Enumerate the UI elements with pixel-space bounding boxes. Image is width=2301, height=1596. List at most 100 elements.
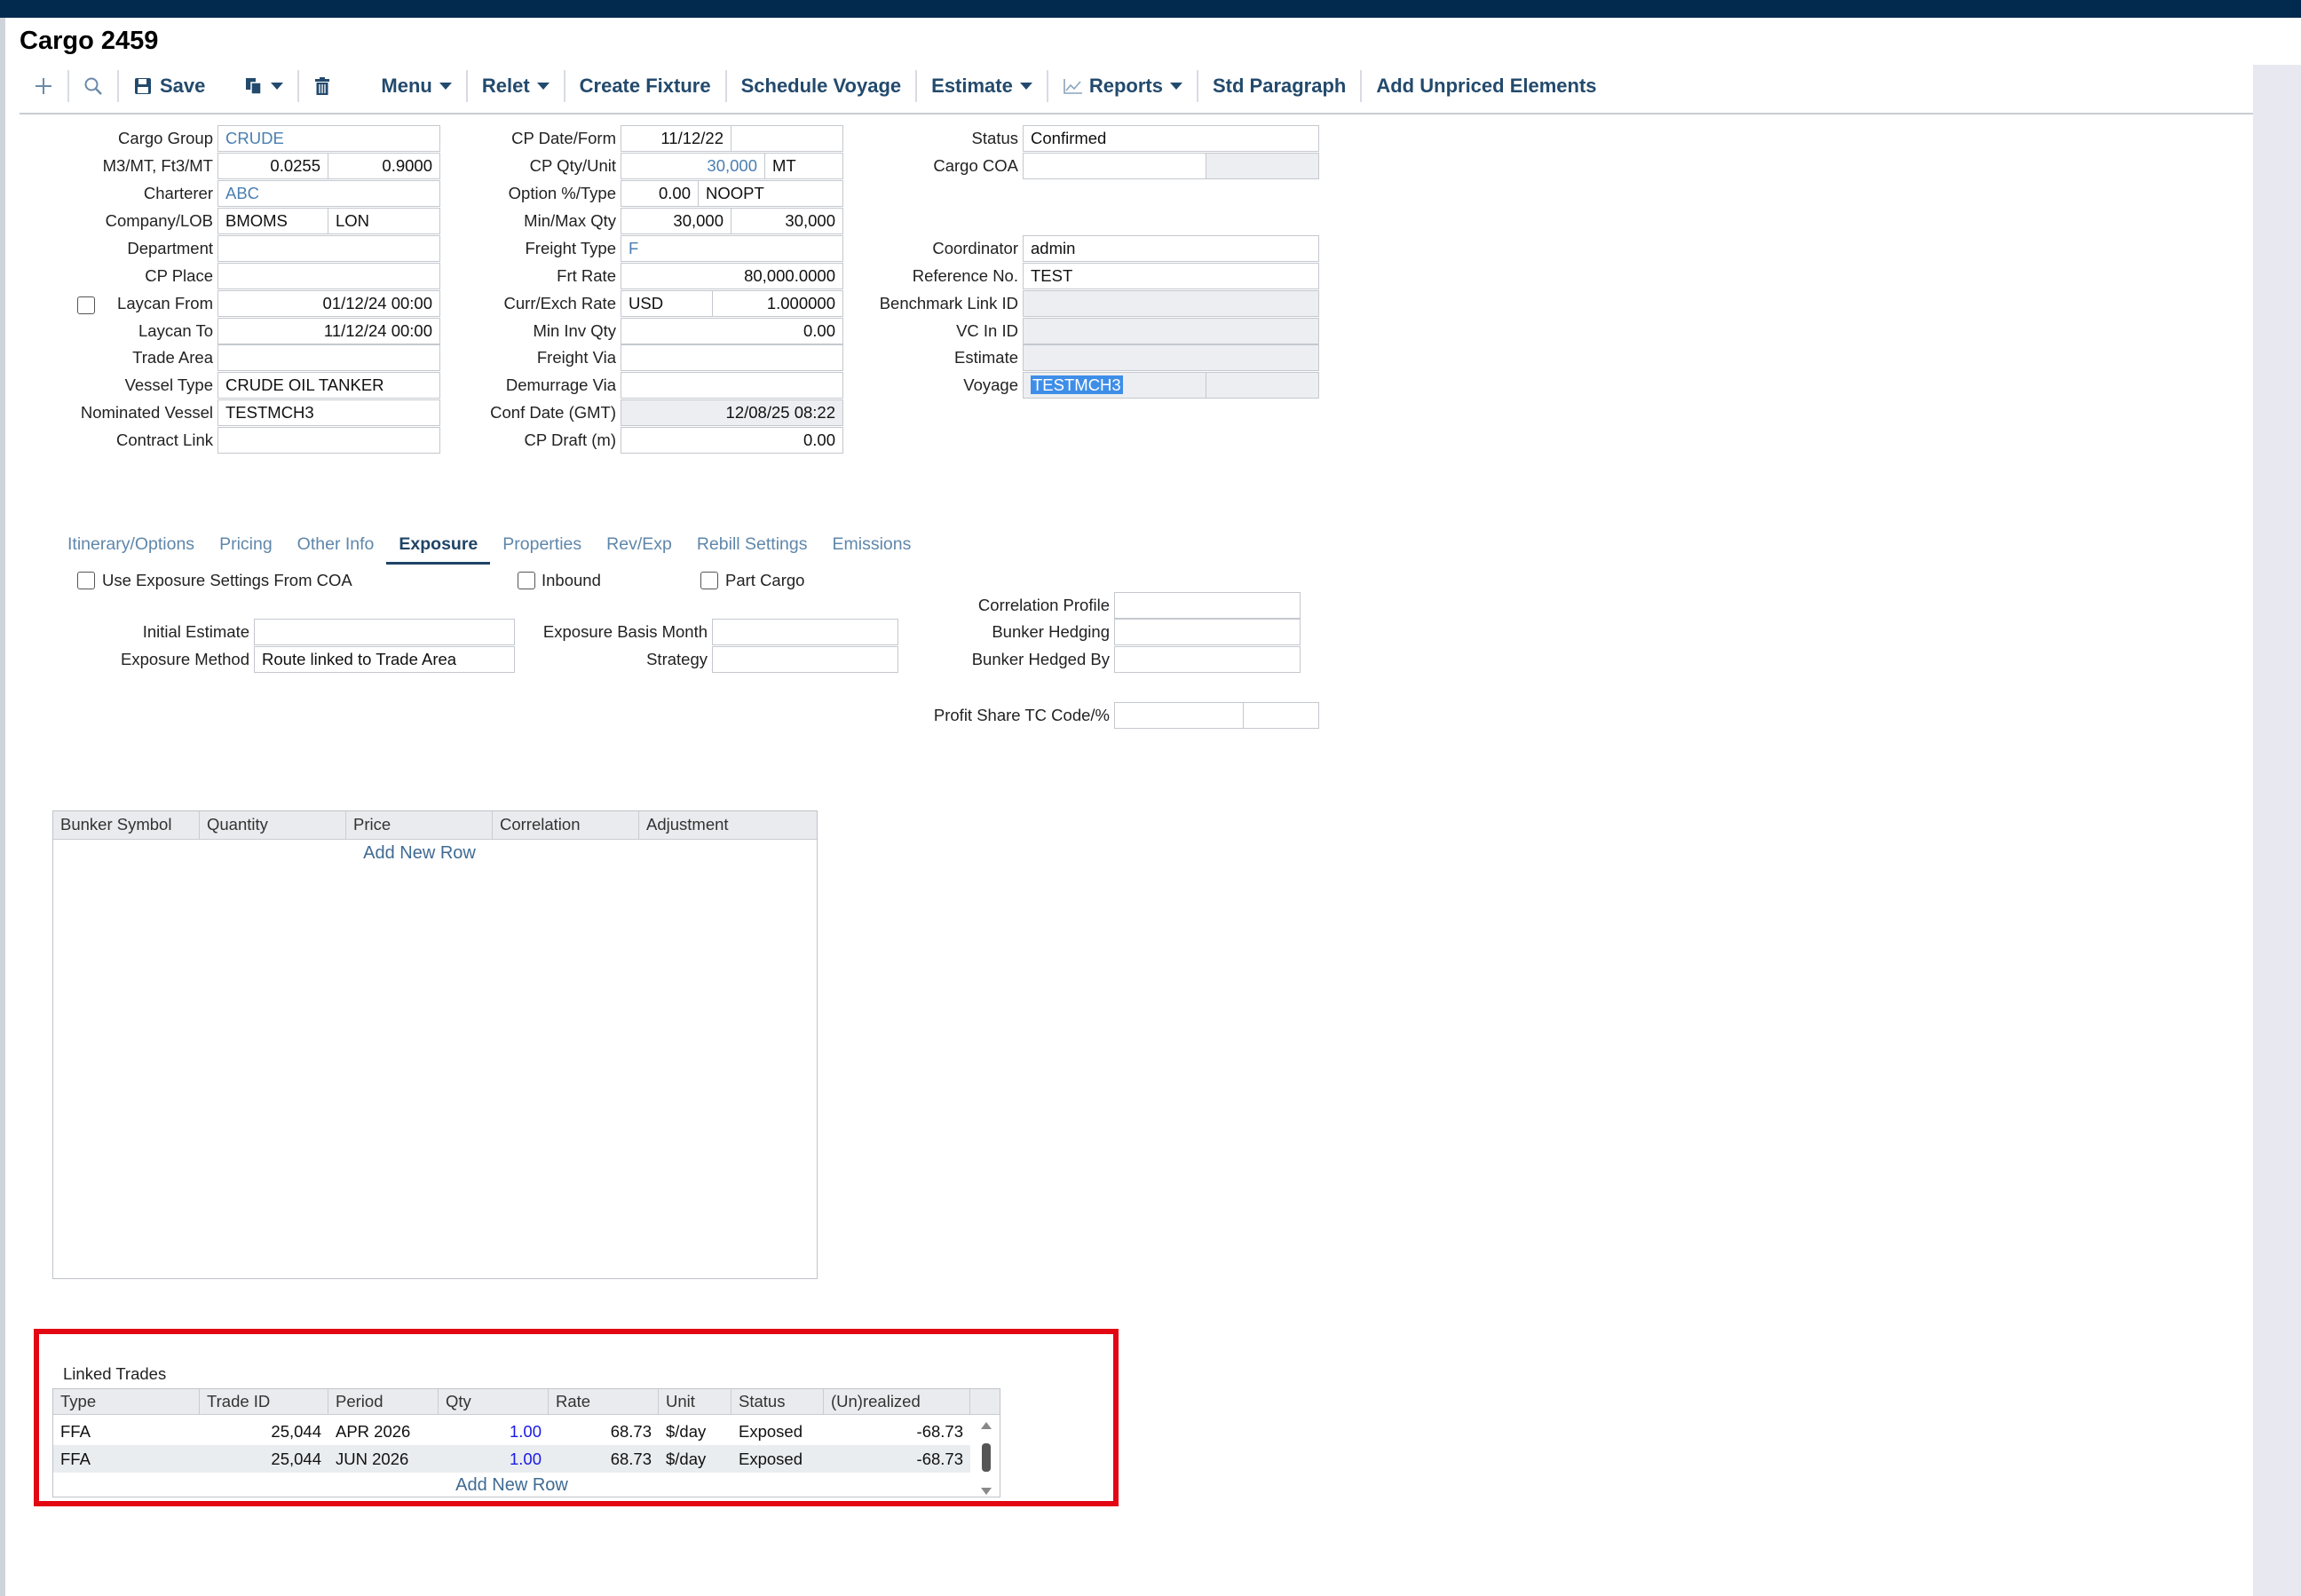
floppy-icon [135,78,151,94]
department-field[interactable] [217,235,440,262]
status-field[interactable]: Confirmed [1023,125,1319,152]
trade-area-label: Trade Area [132,348,213,367]
min-inv-qty-field[interactable]: 0.00 [621,318,843,344]
search-button[interactable] [69,67,117,105]
contract-link-field[interactable] [217,427,440,454]
ft3mt-field[interactable]: 0.9000 [328,153,440,179]
cargo-coa-field[interactable] [1023,153,1206,179]
coordinator-field[interactable]: admin [1023,235,1319,262]
part-cargo-checkbox[interactable] [700,572,718,589]
nominated-vessel-field[interactable]: TESTMCH3 [217,399,440,426]
copy-dropdown-button[interactable] [219,67,297,105]
column-header[interactable]: (Un)realized [824,1389,970,1414]
demurrage-via-label: Demurrage Via [505,375,616,394]
new-button[interactable] [20,67,67,105]
relet-dropdown[interactable]: Relet [468,67,564,105]
tab-itinerary-options[interactable]: Itinerary/Options [55,529,207,565]
table-row[interactable]: FFA 25,044 APR 2026 1.00 68.73 $/day Exp… [53,1418,1000,1445]
option-percent-field[interactable]: 0.00 [621,180,699,207]
tab-exposure[interactable]: Exposure [386,529,491,565]
schedule-voyage-button[interactable]: Schedule Voyage [727,67,916,105]
frt-rate-field[interactable]: 80,000.0000 [621,263,843,289]
bunker-hedging-field[interactable] [1114,619,1301,645]
reference-no-field[interactable]: TEST [1023,263,1319,289]
create-fixture-button[interactable]: Create Fixture [565,67,725,105]
demurrage-via-field[interactable] [621,372,843,399]
exposure-method-field[interactable]: Route linked to Trade Area [254,646,515,673]
tab-pricing[interactable]: Pricing [207,529,285,565]
add-new-row-link[interactable]: Add New Row [53,1473,970,1497]
reports-dropdown[interactable]: Reports [1048,67,1197,105]
search-icon [84,77,102,95]
laycan-to-field[interactable]: 11/12/24 00:00 [217,318,440,344]
bunker-hedged-by-field[interactable] [1114,646,1301,673]
add-unpriced-elements-button[interactable]: Add Unpriced Elements [1362,67,1610,105]
trade-area-field[interactable] [217,344,440,371]
column-header[interactable]: Price [346,811,493,839]
max-qty-field[interactable]: 30,000 [731,208,843,234]
column-header[interactable]: Quantity [200,811,346,839]
cp-qty-field[interactable]: 30,000 [621,153,765,179]
column-header[interactable]: Correlation [493,811,639,839]
add-new-row-link[interactable]: Add New Row [53,840,786,866]
strategy-field[interactable] [712,646,898,673]
estimate-label: Estimate [954,348,1018,367]
cp-date-field[interactable]: 11/12/22 [621,125,731,152]
menu-dropdown[interactable]: Menu [345,67,465,105]
column-header[interactable]: Unit [659,1389,731,1414]
laycan-from-field[interactable]: 01/12/24 00:00 [217,290,440,317]
exch-rate-field[interactable]: 1.000000 [712,290,843,317]
column-header[interactable]: Bunker Symbol [53,811,200,839]
option-type-label: Option %/Type [508,184,616,202]
vessel-type-field[interactable]: CRUDE OIL TANKER [217,372,440,399]
delete-button[interactable] [299,67,345,105]
tab-rebill-settings[interactable]: Rebill Settings [684,529,820,565]
cp-draft-field[interactable]: 0.00 [621,427,843,454]
initial-estimate-field[interactable] [254,619,515,645]
column-header[interactable]: Rate [549,1389,659,1414]
estimate-dropdown[interactable]: Estimate [917,67,1047,105]
tab-other-info[interactable]: Other Info [285,529,387,565]
profit-share-code-field[interactable] [1114,702,1244,729]
lob-field[interactable]: LON [328,208,440,234]
min-qty-field[interactable]: 30,000 [621,208,731,234]
table-row[interactable]: FFA 25,044 JUN 2026 1.00 68.73 $/day Exp… [53,1445,970,1473]
column-header[interactable]: Qty [439,1389,549,1414]
tab-rev-exp[interactable]: Rev/Exp [594,529,684,565]
option-type-field[interactable]: NOOPT [698,180,843,207]
save-button[interactable]: Save [119,67,219,105]
table-cell: Exposed [739,1450,803,1468]
table-cell: 1.00 [509,1450,542,1468]
column-header[interactable]: Adjustment [639,811,786,839]
exposure-basis-month-field[interactable] [712,619,898,645]
company-field[interactable]: BMOMS [217,208,328,234]
column-header[interactable]: Trade ID [200,1389,328,1414]
voyage-field[interactable]: TESTMCH3 [1023,372,1206,399]
std-paragraph-button[interactable]: Std Paragraph [1198,67,1360,105]
profit-share-percent-field[interactable] [1243,702,1319,729]
vc-in-id-label: VC In ID [956,321,1018,340]
estimate-field [1023,344,1319,371]
cargo-group-field[interactable]: CRUDE [217,125,440,152]
inbound-checkbox[interactable] [518,572,535,589]
freight-via-field[interactable] [621,344,843,371]
column-header[interactable]: Period [328,1389,439,1414]
cp-place-field[interactable] [217,263,440,289]
tab-emissions[interactable]: Emissions [820,529,924,565]
cp-unit-field[interactable]: MT [764,153,843,179]
charterer-field[interactable]: ABC [217,180,440,207]
currency-field[interactable]: USD [621,290,713,317]
cp-form-field[interactable] [731,125,843,152]
use-coa-checkbox[interactable] [77,572,95,589]
correlation-profile-field[interactable] [1114,592,1301,619]
vertical-scrollbar[interactable] [976,1420,997,1497]
strategy-label: Strategy [646,650,708,668]
column-header[interactable]: Status [731,1389,824,1414]
charterer-label: Charterer [143,184,213,202]
m3mt-label: M3/MT, Ft3/MT [102,156,213,175]
tab-properties[interactable]: Properties [490,529,594,565]
freight-type-field[interactable]: F [621,235,843,262]
m3mt-field[interactable]: 0.0255 [217,153,328,179]
laycan-checkbox[interactable] [77,296,95,314]
column-header[interactable]: Type [53,1389,200,1414]
